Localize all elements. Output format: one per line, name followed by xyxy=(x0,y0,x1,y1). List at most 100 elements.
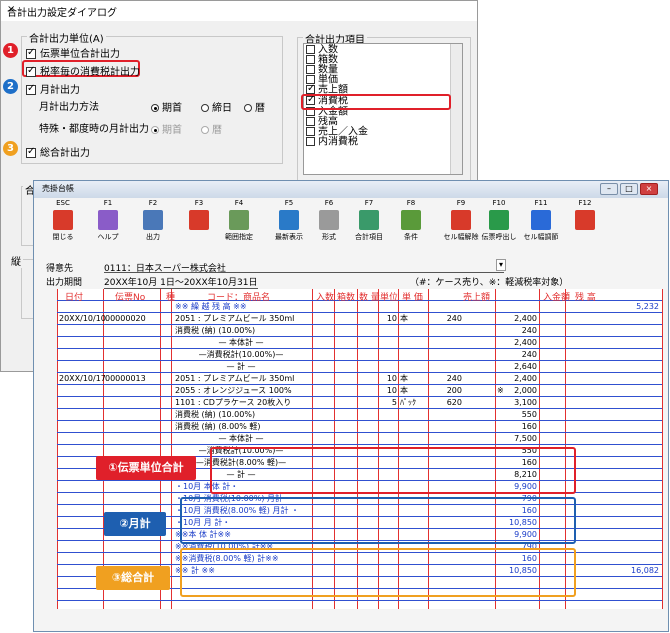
column-header: 箱数 xyxy=(337,293,356,303)
cell-sales: 2,400 xyxy=(514,314,537,323)
toolbar-button-f11[interactable]: セル幅調節 xyxy=(522,208,560,250)
tax-rate-checkbox[interactable]: 税率毎の消費税計出力 xyxy=(26,63,140,78)
cell-name: 2051 : プレミアムビール 350ml xyxy=(175,374,295,383)
toolbar-button-f5[interactable]: 最新表示 xyxy=(270,208,308,250)
note-text: （#：ケース売り、※：軽減税率対象） xyxy=(410,278,569,288)
cell-qty: 10 xyxy=(386,386,397,395)
toolbar-button-label: セル幅解除 xyxy=(443,233,479,241)
fkey-label: F11 xyxy=(534,199,548,207)
grand-total-label: 総合計出力 xyxy=(40,148,90,159)
toolbar-button-esc[interactable]: 閉じる xyxy=(44,208,82,250)
fkey-label: F7 xyxy=(364,199,374,207)
toolbar-button-f4[interactable]: 範囲指定 xyxy=(220,208,258,250)
grid-row-line xyxy=(57,408,662,409)
minimize-icon[interactable]: – xyxy=(600,183,618,195)
column-header: 数 量 xyxy=(359,293,380,303)
grid-col-line xyxy=(160,289,161,609)
cell-price: 240 xyxy=(446,314,462,323)
checkbox-icon xyxy=(306,55,315,64)
grid-row-line xyxy=(57,420,662,421)
toolbar-button-f3[interactable] xyxy=(180,208,218,250)
radio-kikan[interactable]: 期首 xyxy=(151,99,182,114)
radio-icon xyxy=(201,104,209,112)
special-monthly-label: 特殊・都度時の月計出力 xyxy=(39,124,149,135)
cell-qty: 5 xyxy=(391,398,397,407)
cell-date: 20XX/10/10 xyxy=(59,314,106,323)
radio-icon xyxy=(151,126,159,134)
toolbar-icon xyxy=(279,210,299,230)
period-label: 出力期間 xyxy=(46,278,83,288)
toolbar-button-label: セル幅調節 xyxy=(523,233,559,241)
cell-sales: 7,500 xyxy=(514,434,537,443)
grid-row-line xyxy=(57,396,662,397)
list-item[interactable]: 数量 xyxy=(306,65,338,75)
highlight-frame-grand xyxy=(180,548,576,597)
list-item[interactable]: 入数 xyxy=(306,45,338,55)
list-scrollbar[interactable] xyxy=(450,44,462,174)
fkey-label: F6 xyxy=(324,199,334,207)
toolbar-button-label: 最新表示 xyxy=(275,233,303,241)
cell-unit: 本 xyxy=(400,314,408,323)
fkey-label: F8 xyxy=(406,199,416,207)
grid-row-line xyxy=(57,360,662,361)
cell-sales: 2,400 xyxy=(514,374,537,383)
list-item[interactable]: 残高 xyxy=(306,117,338,127)
monthly-checkbox[interactable]: 月計出力 xyxy=(26,81,80,96)
window-titlebar: 売掛台帳 – □ × xyxy=(34,181,668,198)
toolbar-button-label: 範囲指定 xyxy=(225,233,253,241)
maximize-icon[interactable]: □ xyxy=(620,183,638,195)
customer-field[interactable]: 0111：日本スーパー株式会社 xyxy=(104,261,504,274)
dialog-titlebar: 合計出力設定ダイアログ × xyxy=(1,1,477,21)
cell-sales: 240 xyxy=(521,326,537,335)
unit-group-label: 合計出力単位(A) xyxy=(27,30,106,45)
grid-row-line xyxy=(57,600,662,601)
list-item[interactable]: 箱数 xyxy=(306,55,338,65)
close-icon[interactable]: × xyxy=(640,183,658,195)
column-header: 単位 xyxy=(380,293,399,303)
close-icon[interactable]: × xyxy=(7,4,463,15)
column-header: 売上額 xyxy=(463,293,491,303)
toolbar-icon xyxy=(189,210,209,230)
denpyo-total-checkbox[interactable]: 伝票単位合計出力 xyxy=(26,45,120,60)
cell-sales: 3,100 xyxy=(514,398,537,407)
highlight-frame-monthly xyxy=(180,497,576,544)
toolbar-button-f9[interactable]: セル幅解除 xyxy=(442,208,480,250)
radio-special-koyomi: 暦 xyxy=(201,121,222,136)
cell-no: 00000020 xyxy=(105,314,146,323)
radio-icon xyxy=(151,104,159,112)
column-header: 入数 xyxy=(316,293,335,303)
toolbar-button-f12[interactable] xyxy=(566,208,604,250)
radio-koyomi[interactable]: 暦 xyxy=(244,99,265,114)
chevron-down-icon[interactable]: ▾ xyxy=(496,259,506,271)
fkey-label: ESC xyxy=(56,199,70,207)
toolbar-button-f2[interactable]: 出力 xyxy=(134,208,172,250)
grid-row-line xyxy=(57,336,662,337)
callout-denpyo: ①伝票単位合計 xyxy=(96,456,196,480)
column-header: 伝票No xyxy=(115,293,146,303)
toolbar-button-f8[interactable]: 条件 xyxy=(392,208,430,250)
fkey-label: F4 xyxy=(234,199,244,207)
grid-col-line xyxy=(103,289,104,609)
grand-total-checkbox[interactable]: 総合計出力 xyxy=(26,144,90,159)
period-field[interactable]: 20XX年10月 1日〜20XX年10月31日 xyxy=(104,275,258,289)
toolbar-button-f1[interactable]: ヘルプ xyxy=(89,208,127,250)
monthly-method-label: 月計出力方法 xyxy=(39,102,99,113)
toolbar-button-f10[interactable]: 伝票呼出し xyxy=(480,208,518,250)
toolbar-button-f6[interactable]: 形式 xyxy=(310,208,348,250)
checkbox-icon xyxy=(306,83,315,95)
window-title: 売掛台帳 xyxy=(42,184,74,193)
cell-name: — 本体計 — xyxy=(218,434,264,443)
cell-date: 20XX/10/17 xyxy=(59,374,106,383)
radio-shime[interactable]: 締日 xyxy=(201,99,232,114)
badge-3: 3 xyxy=(3,141,18,156)
list-item[interactable]: 内消費税 xyxy=(306,137,358,147)
toolbar-button-f7[interactable]: 合計項目 xyxy=(350,208,388,250)
cell-price: 200 xyxy=(446,386,462,395)
radio-koyomi-label: 暦 xyxy=(255,103,265,114)
cell-qty: 10 xyxy=(386,374,397,383)
fkey-label: F3 xyxy=(194,199,204,207)
customer-value: 0111：日本スーパー株式会社 xyxy=(104,264,226,274)
toolbar-icon xyxy=(401,210,421,230)
toolbar-button-label: 合計項目 xyxy=(355,233,383,241)
list-item[interactable]: 売上／入金 xyxy=(306,127,368,137)
